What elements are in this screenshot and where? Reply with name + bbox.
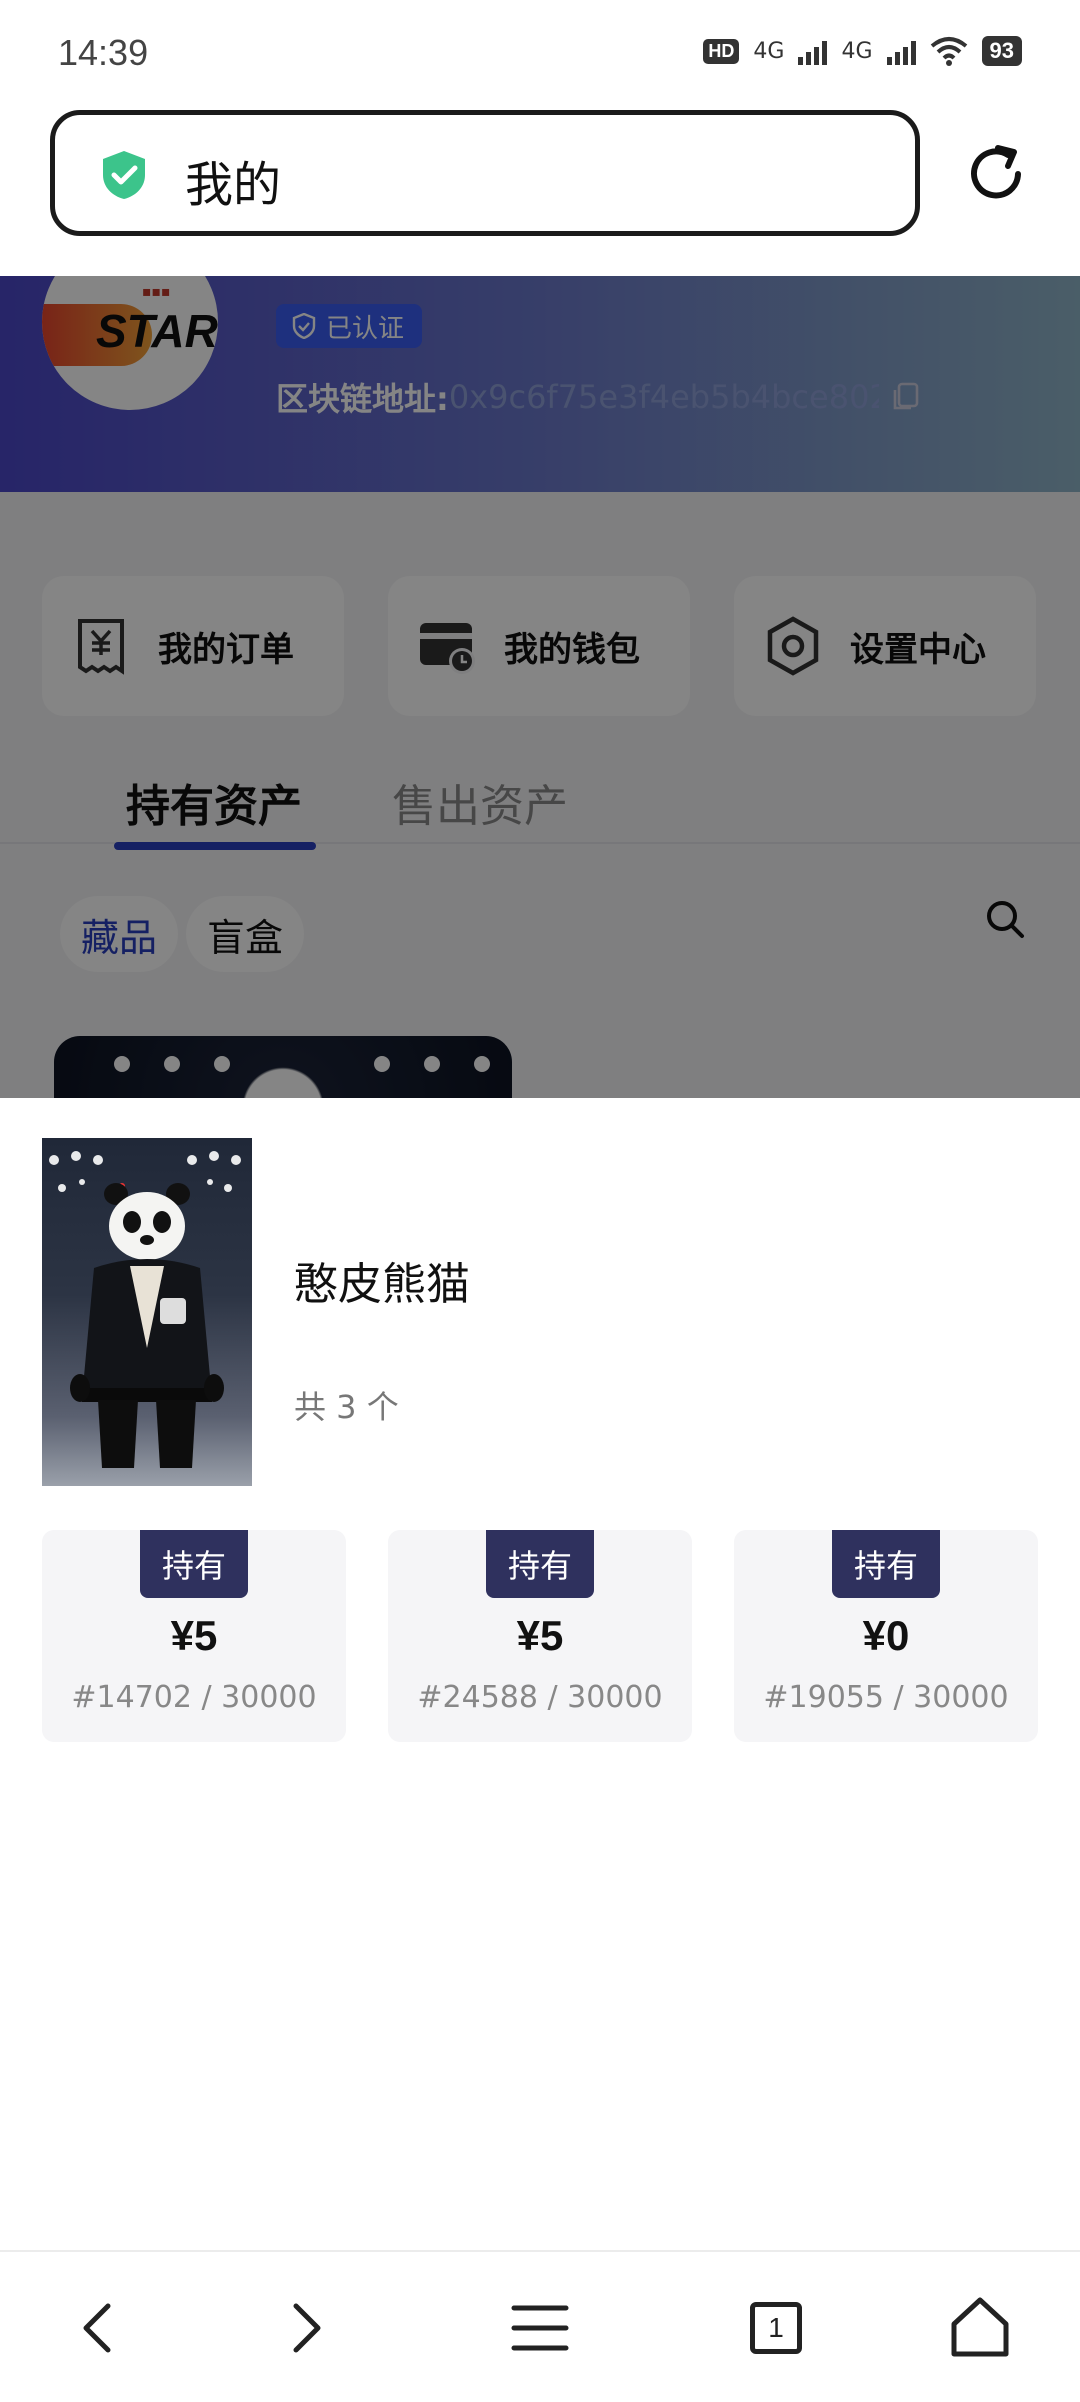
holding-price: ¥5 bbox=[516, 1612, 564, 1659]
holding-badge: 持有 bbox=[832, 1530, 940, 1598]
back-icon[interactable] bbox=[64, 2292, 136, 2364]
battery-icon: 93 bbox=[981, 36, 1022, 66]
browser-bottom-nav: 1 bbox=[0, 2250, 1080, 2402]
asset-count: 共 3 个 bbox=[294, 1388, 399, 1426]
holding-card[interactable]: 持有 ¥5 #14702 / 30000 bbox=[42, 1530, 346, 1742]
net-4g-label-2: 4G bbox=[841, 38, 873, 64]
wifi-icon bbox=[930, 37, 967, 66]
shield-check-icon bbox=[103, 151, 145, 199]
panda-illustration bbox=[49, 1151, 241, 1468]
forward-icon[interactable] bbox=[268, 2292, 340, 2364]
holding-badge: 持有 bbox=[140, 1530, 248, 1598]
modal-overlay[interactable] bbox=[0, 276, 1080, 1098]
holding-badge: 持有 bbox=[486, 1530, 594, 1598]
asset-thumbnail bbox=[42, 1138, 252, 1486]
asset-detail-sheet: 憨皮熊猫 共 3 个 持有 ¥5 #14702 / 30000 持有 ¥5 #2… bbox=[0, 1098, 1080, 2250]
tabs-button[interactable]: 1 bbox=[740, 2292, 812, 2364]
asset-name: 憨皮熊猫 bbox=[294, 1259, 470, 1310]
address-bar[interactable]: 我的 bbox=[50, 110, 920, 236]
net-4g-label: 4G bbox=[753, 38, 785, 64]
holding-serial: #24588 / 30000 bbox=[417, 1680, 663, 1715]
holding-price: ¥0 bbox=[862, 1612, 910, 1659]
address-title: 我的 bbox=[185, 157, 282, 213]
signal-icon bbox=[798, 37, 828, 65]
holding-card[interactable]: 持有 ¥5 #24588 / 30000 bbox=[388, 1530, 692, 1742]
status-icons: HD 4G 4G 93 bbox=[703, 36, 1022, 66]
holding-serial: #14702 / 30000 bbox=[71, 1680, 317, 1715]
tab-count: 1 bbox=[750, 2302, 802, 2354]
hd-icon: HD bbox=[703, 38, 740, 64]
signal-icon-2 bbox=[886, 37, 916, 65]
menu-icon[interactable] bbox=[504, 2292, 576, 2364]
holding-card[interactable]: 持有 ¥0 #19055 / 30000 bbox=[734, 1530, 1038, 1742]
holding-price: ¥5 bbox=[170, 1612, 218, 1659]
status-time: 14:39 bbox=[58, 32, 149, 73]
home-icon[interactable] bbox=[944, 2292, 1016, 2364]
refresh-icon[interactable] bbox=[962, 140, 1030, 208]
holding-serial: #19055 / 30000 bbox=[763, 1680, 1009, 1715]
status-bar: 14:39 HD 4G 4G 93 bbox=[0, 0, 1080, 100]
